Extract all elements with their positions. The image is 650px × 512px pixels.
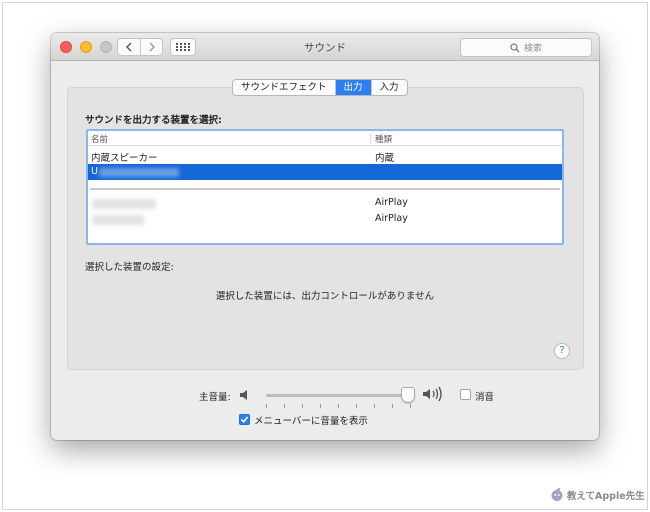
output-volume-label: 主音量: xyxy=(199,392,231,403)
volume-slider-track[interactable] xyxy=(266,394,411,397)
column-header-name[interactable]: 名前 xyxy=(91,133,108,145)
help-button[interactable]: ? xyxy=(554,343,570,359)
search-field[interactable]: 検索 xyxy=(460,38,592,57)
device-type: AirPlay xyxy=(375,197,408,208)
title-bar: サウンド 検索 xyxy=(51,33,599,61)
show-volume-in-menubar-checkbox[interactable] xyxy=(239,414,250,425)
speaker-low-icon xyxy=(240,390,247,400)
table-header: 名前 種類 xyxy=(88,131,562,146)
redacted-name xyxy=(92,199,156,209)
no-output-controls-message: 選択した装置には、出力コントロールがありません xyxy=(215,291,435,302)
search-placeholder: 検索 xyxy=(523,44,542,54)
column-divider xyxy=(370,133,371,144)
speaker-high-icon xyxy=(423,386,442,402)
list-separator xyxy=(90,188,560,190)
volume-slider-ticks xyxy=(266,404,411,408)
tab-input[interactable]: 入力 xyxy=(370,80,407,95)
output-section-title: サウンドを出力する装置を選択: xyxy=(85,115,222,126)
apple-logo-icon xyxy=(551,488,563,501)
table-row[interactable]: 内蔵スピーカー 内蔵 xyxy=(88,148,562,164)
show-volume-in-menubar-label: メニューバーに音量を表示 xyxy=(254,416,368,427)
watermark: 教えてApple先生 xyxy=(550,487,645,502)
column-header-type[interactable]: 種類 xyxy=(375,133,392,145)
device-name: U xyxy=(91,166,98,177)
output-device-table[interactable]: 名前 種類 内蔵スピーカー 内蔵 U AirPlay AirPlay xyxy=(86,129,564,245)
checkmark-icon xyxy=(240,416,249,424)
volume-slider-knob[interactable] xyxy=(401,387,415,403)
mute-label: 消音 xyxy=(475,392,495,403)
redacted-name xyxy=(99,168,179,177)
watermark-text: 教えてApple先生 xyxy=(567,490,645,502)
device-settings-label: 選択した装置の設定: xyxy=(85,262,174,273)
table-row-selected[interactable]: U xyxy=(88,164,562,180)
device-type: 内蔵 xyxy=(375,153,395,164)
device-name: 内蔵スピーカー xyxy=(91,153,158,164)
table-row[interactable]: AirPlay xyxy=(88,195,562,211)
mute-checkbox[interactable] xyxy=(460,389,471,400)
tab-bar: サウンドエフェクト 出力 入力 xyxy=(232,79,408,96)
redacted-name xyxy=(92,215,144,225)
tab-sound-effects[interactable]: サウンドエフェクト xyxy=(233,80,335,95)
search-icon xyxy=(510,42,520,52)
device-type: AirPlay xyxy=(375,213,408,224)
tab-output[interactable]: 出力 xyxy=(334,80,371,95)
table-row[interactable]: AirPlay xyxy=(88,211,562,227)
sound-preferences-window: サウンド 検索 サウンドエフェクト 出力 入力 サウンドを出力する装置を選択: … xyxy=(51,33,599,440)
